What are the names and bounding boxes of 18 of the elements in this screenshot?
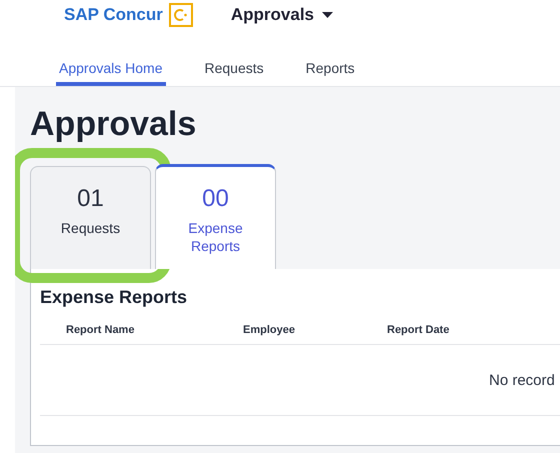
nav-tab[interactable]: Requests	[202, 42, 267, 86]
nav-tab[interactable]: Reports	[302, 42, 358, 86]
tile-count: 01	[77, 185, 104, 213]
column-header[interactable]: Report Date	[387, 324, 450, 336]
tile-count: 00	[202, 185, 229, 213]
logo-icon	[168, 3, 193, 27]
page-title: Approvals	[30, 104, 198, 145]
brand-name[interactable]: SAP Concur	[64, 5, 163, 25]
empty-message: No record	[489, 372, 555, 388]
column-header[interactable]: Employee	[243, 324, 387, 336]
panel-title: Expense Reports	[40, 287, 188, 308]
caret-icon	[322, 12, 334, 18]
module-menu[interactable]: Approvals	[230, 5, 334, 25]
count-tile[interactable]: 01 Requests	[30, 166, 151, 269]
column-header[interactable]: Report Name	[66, 324, 243, 336]
tile-label: Requests	[60, 219, 122, 237]
tile-label: Expense Reports	[187, 219, 244, 255]
count-tile[interactable]: 00 Expense Reports	[155, 164, 276, 269]
